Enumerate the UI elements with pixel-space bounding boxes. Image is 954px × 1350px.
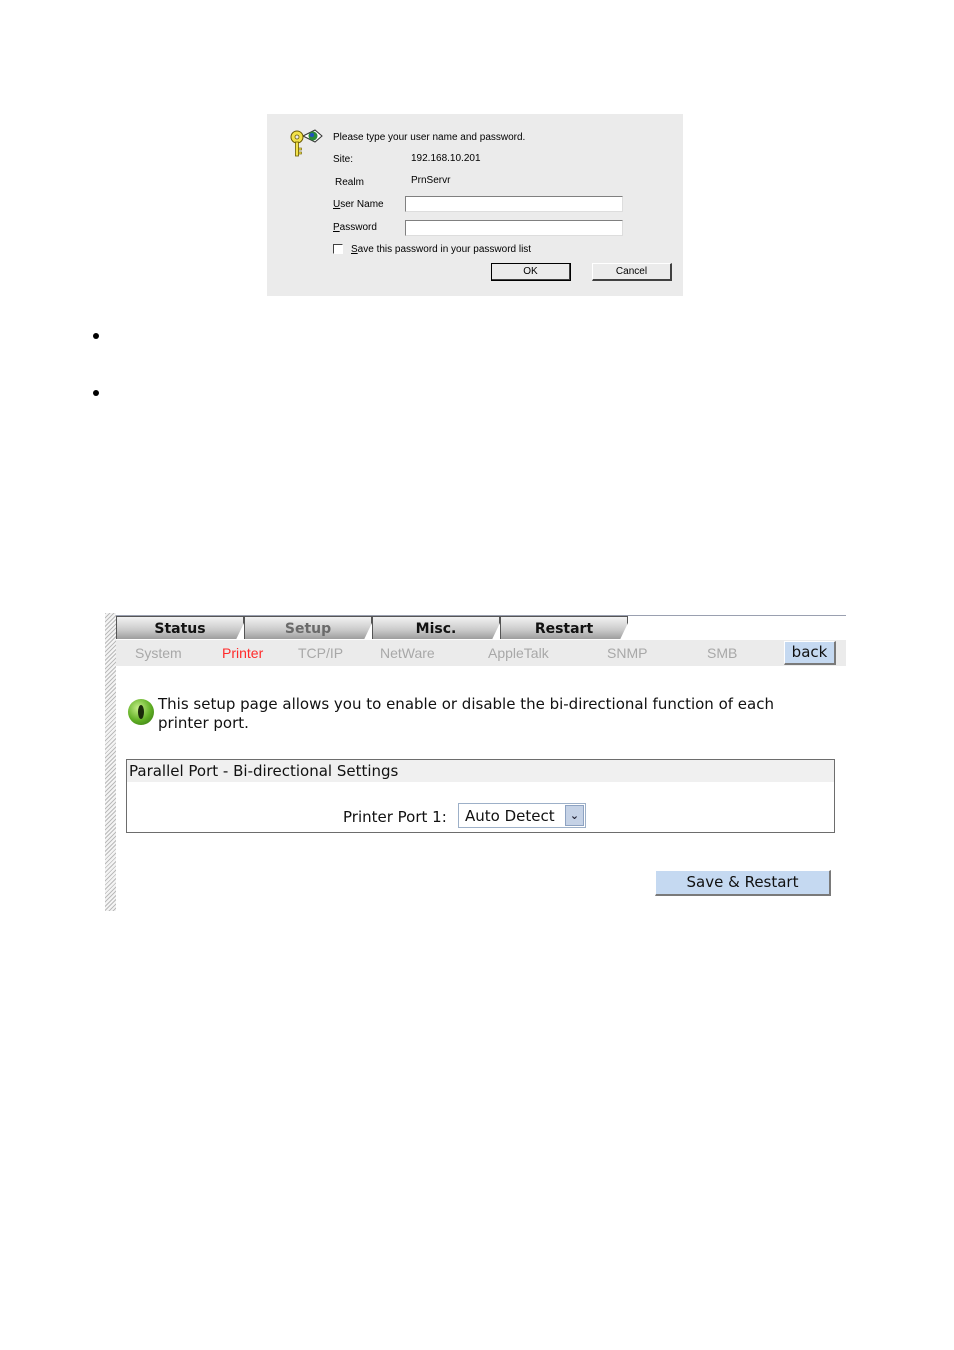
key-globe-icon [290,129,323,157]
password-accesskey: P [333,222,340,233]
username-label-text: ser Name [340,199,384,210]
bullet-point [93,390,99,396]
subnav-netware[interactable]: NetWare [380,645,435,661]
subnav-appletalk[interactable]: AppleTalk [488,645,549,661]
info-eye-icon [128,699,154,725]
bidirectional-settings-panel: Parallel Port - Bi-directional Settings … [126,759,835,833]
cancel-button[interactable]: Cancel [592,263,672,281]
save-password-accesskey: S [351,244,358,255]
printer-port-1-label: Printer Port 1: [343,808,447,826]
decorative-border [105,613,116,911]
tab-misc[interactable]: Misc. [372,616,500,639]
save-restart-button[interactable]: Save & Restart [655,870,831,896]
save-password-label[interactable]: Save this password in your password list [351,244,531,255]
realm-value: PrnServr [411,175,451,186]
password-label: Password [333,222,377,233]
bullet-point [93,333,99,339]
tab-status[interactable]: Status [116,616,244,639]
back-button[interactable]: back [784,641,836,665]
save-password-checkbox[interactable] [333,244,343,254]
save-password-text: ave this password in your password list [357,244,532,255]
realm-label: Realm [335,177,364,188]
printer-server-setup-page: Status Setup Misc. Restart System Printe… [105,613,846,911]
login-dialog: Please type your user name and password.… [267,114,683,296]
panel-title: Parallel Port - Bi-directional Settings [127,760,834,782]
subnav-smb[interactable]: SMB [707,645,737,661]
subnav-system[interactable]: System [135,645,182,661]
subnav-tcpip[interactable]: TCP/IP [298,645,343,661]
chevron-down-icon[interactable]: ⌄ [565,805,584,826]
printer-port-1-select[interactable]: Auto Detect ⌄ [458,803,586,828]
subnav-snmp[interactable]: SNMP [607,645,647,661]
username-input[interactable] [405,196,623,212]
password-input[interactable] [405,220,623,236]
ok-button[interactable]: OK [491,263,571,281]
dialog-prompt: Please type your user name and password. [333,132,526,143]
tab-restart[interactable]: Restart [500,616,628,639]
password-label-text: assword [339,222,377,233]
divider [116,615,846,616]
setup-subnav: System Printer TCP/IP NetWare AppleTalk … [116,640,846,666]
subnav-printer[interactable]: Printer [222,645,263,661]
tab-setup[interactable]: Setup [244,616,372,639]
site-label: Site: [333,154,354,165]
username-label: User Name [333,199,384,210]
page-description: This setup page allows you to enable or … [158,695,774,732]
select-value: Auto Detect [465,807,555,825]
site-value: 192.168.10.201 [411,153,481,164]
